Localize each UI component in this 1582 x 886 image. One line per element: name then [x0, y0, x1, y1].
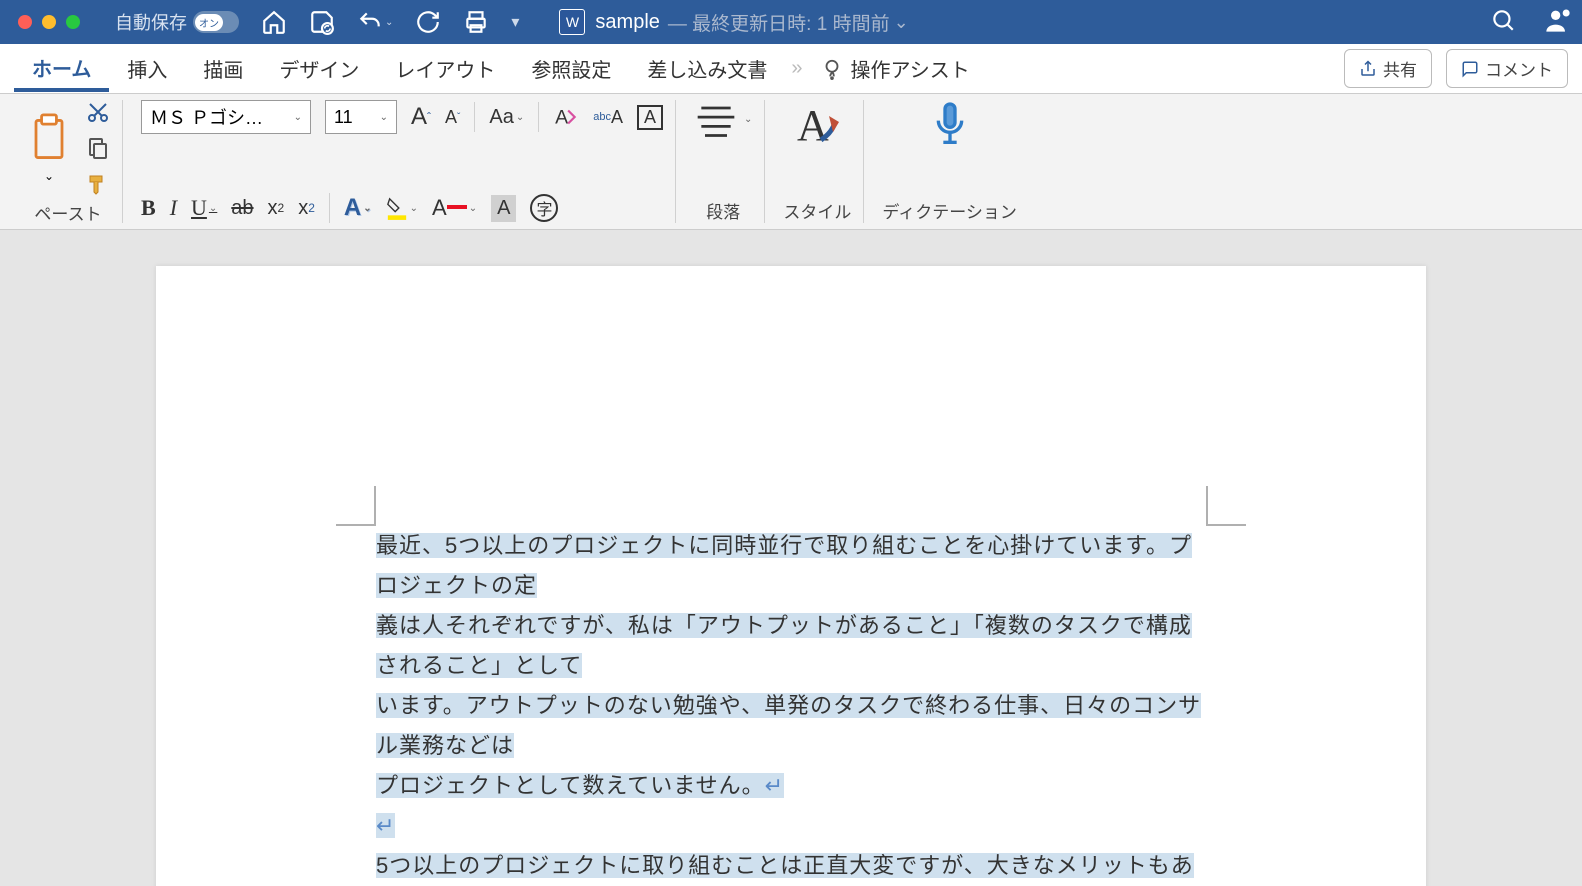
doc-text-line[interactable]: プロジェクトとして数えていません。	[376, 773, 765, 798]
italic-icon[interactable]: I	[170, 195, 177, 221]
tab-overflow-icon[interactable]: »	[785, 57, 808, 80]
phonetic-guide-icon[interactable]: abcA	[593, 112, 623, 123]
document-page[interactable]: 最近、5つ以上のプロジェクトに同時並行で取り組むことを心掛けています。プロジェク…	[156, 266, 1426, 886]
share-label: 共有	[1383, 56, 1417, 81]
superscript-icon[interactable]: x2	[298, 197, 315, 220]
ribbon-tabs: ホーム 挿入 描画 デザイン レイアウト 参照設定 差し込み文書 » 操作アシス…	[0, 44, 1582, 94]
subscript-icon[interactable]: x2	[268, 197, 285, 220]
group-paragraph: ⌄ 段落	[682, 100, 765, 223]
doc-text-line[interactable]: 義は人それぞれですが、私は「アウトプットがあること」「複数のタスクで構成されるこ…	[376, 613, 1192, 678]
close-window-button[interactable]	[18, 15, 32, 29]
margin-corner-tr	[1206, 486, 1246, 526]
home-icon[interactable]	[261, 9, 287, 35]
word-doc-icon: W	[559, 9, 585, 35]
character-border-icon[interactable]: A	[637, 105, 663, 130]
svg-text:A: A	[555, 107, 568, 129]
tab-insert[interactable]: 挿入	[109, 46, 185, 91]
font-name-select[interactable]: ＭＳ Ｐゴシ… ⌄	[141, 100, 311, 134]
text-effects-icon[interactable]: A ⌄	[344, 194, 372, 222]
document-name[interactable]: sample	[595, 11, 659, 34]
paragraph-button[interactable]: ⌄	[694, 100, 752, 138]
comments-label: コメント	[1485, 56, 1553, 81]
minimize-window-button[interactable]	[42, 15, 56, 29]
clear-formatting-icon[interactable]: A	[553, 104, 579, 130]
shrink-font-icon[interactable]: Aˇ	[445, 107, 460, 128]
save-sync-icon[interactable]	[309, 9, 335, 35]
dictation-button[interactable]	[930, 100, 970, 148]
autosave-state: オン	[195, 14, 223, 31]
chevron-down-icon[interactable]: ⌄	[894, 12, 909, 33]
styles-button[interactable]: A	[793, 100, 841, 148]
ribbon: ⌄ ペースト ＭＳ Ｐゴシ… ⌄ 11	[0, 94, 1582, 230]
tab-references[interactable]: 参照設定	[513, 46, 629, 91]
dictation-label: ディクテーション	[882, 198, 1016, 223]
font-size-select[interactable]: 11 ⌄	[325, 100, 397, 134]
copy-icon[interactable]	[86, 136, 110, 160]
underline-icon[interactable]: U ⌄	[191, 195, 217, 221]
window-controls	[18, 15, 80, 29]
enclose-characters-icon[interactable]: 字	[530, 194, 558, 222]
doc-text-line[interactable]: います。アウトプットのない勉強や、単発のタスクで終わる仕事、日々のコンサル業務な…	[376, 693, 1201, 758]
doc-text-line[interactable]: 5つ以上のプロジェクトに取り組むことは正直大変ですが、大きなメリットもあります。…	[376, 853, 1194, 886]
share-button[interactable]: 共有	[1344, 49, 1432, 88]
document-area[interactable]: 最近、5つ以上のプロジェクトに同時並行で取り組むことを心掛けています。プロジェク…	[0, 230, 1582, 886]
tell-me-label: 操作アシスト	[851, 54, 970, 83]
document-body[interactable]: 最近、5つ以上のプロジェクトに同時並行で取り組むことを心掛けています。プロジェク…	[376, 526, 1206, 886]
svg-text:A: A	[797, 101, 829, 148]
paste-label: ペースト	[34, 200, 101, 225]
group-dictation: ディクテーション	[870, 100, 1028, 223]
comments-button[interactable]: コメント	[1446, 49, 1568, 88]
paragraph-label: 段落	[706, 198, 740, 223]
highlight-icon[interactable]: ⌄	[386, 195, 418, 221]
change-case-icon[interactable]: Aa ⌄	[489, 106, 524, 129]
tab-layout[interactable]: レイアウト	[377, 46, 513, 91]
undo-icon[interactable]: ⌄	[357, 9, 393, 35]
tell-me-search[interactable]: 操作アシスト	[821, 54, 970, 83]
customize-qat-icon[interactable]: ▾	[511, 12, 519, 32]
group-font: ＭＳ Ｐゴシ… ⌄ 11 ⌄ Aˆ Aˇ Aa ⌄ A abcA A B I U…	[129, 100, 676, 223]
margin-corner-tl	[336, 486, 376, 526]
font-color-icon[interactable]: A⌄	[432, 195, 477, 221]
doc-text-line[interactable]: 最近、5つ以上のプロジェクトに同時並行で取り組むことを心掛けています。プロジェク…	[376, 533, 1192, 598]
bold-icon[interactable]: B	[141, 195, 156, 221]
print-icon[interactable]	[463, 9, 489, 35]
tab-design[interactable]: デザイン	[261, 46, 377, 91]
group-clipboard: ⌄ ペースト	[14, 100, 123, 223]
format-painter-icon[interactable]	[86, 172, 110, 196]
autosave-toggle[interactable]: オン	[193, 11, 239, 33]
tab-mailings[interactable]: 差し込み文書	[629, 46, 785, 91]
pilcrow-icon: ↵	[376, 813, 395, 838]
styles-label: スタイル	[783, 198, 851, 223]
grow-font-icon[interactable]: Aˆ	[411, 103, 431, 131]
strikethrough-icon[interactable]: ab	[231, 197, 253, 220]
font-size-value: 11	[334, 107, 353, 128]
fullscreen-window-button[interactable]	[66, 15, 80, 29]
paste-button[interactable]: ⌄	[26, 113, 72, 183]
tab-draw[interactable]: 描画	[185, 46, 261, 91]
character-shading-icon[interactable]: A	[491, 195, 516, 222]
titlebar: 自動保存 オン ⌄ ▾ W sample — 最終更新日時: 1 時間前 ⌄	[0, 0, 1582, 44]
last-modified-label[interactable]: — 最終更新日時: 1 時間前	[668, 9, 890, 36]
search-icon[interactable]	[1490, 7, 1516, 38]
repeat-icon[interactable]	[415, 9, 441, 35]
pilcrow-icon: ↵	[765, 773, 784, 798]
autosave-label: 自動保存	[115, 9, 187, 35]
tab-home[interactable]: ホーム	[14, 45, 109, 92]
font-name-value: ＭＳ Ｐゴシ…	[150, 104, 263, 130]
cut-icon[interactable]	[86, 100, 110, 124]
group-styles: A スタイル	[771, 100, 864, 223]
account-icon[interactable]	[1544, 6, 1572, 39]
